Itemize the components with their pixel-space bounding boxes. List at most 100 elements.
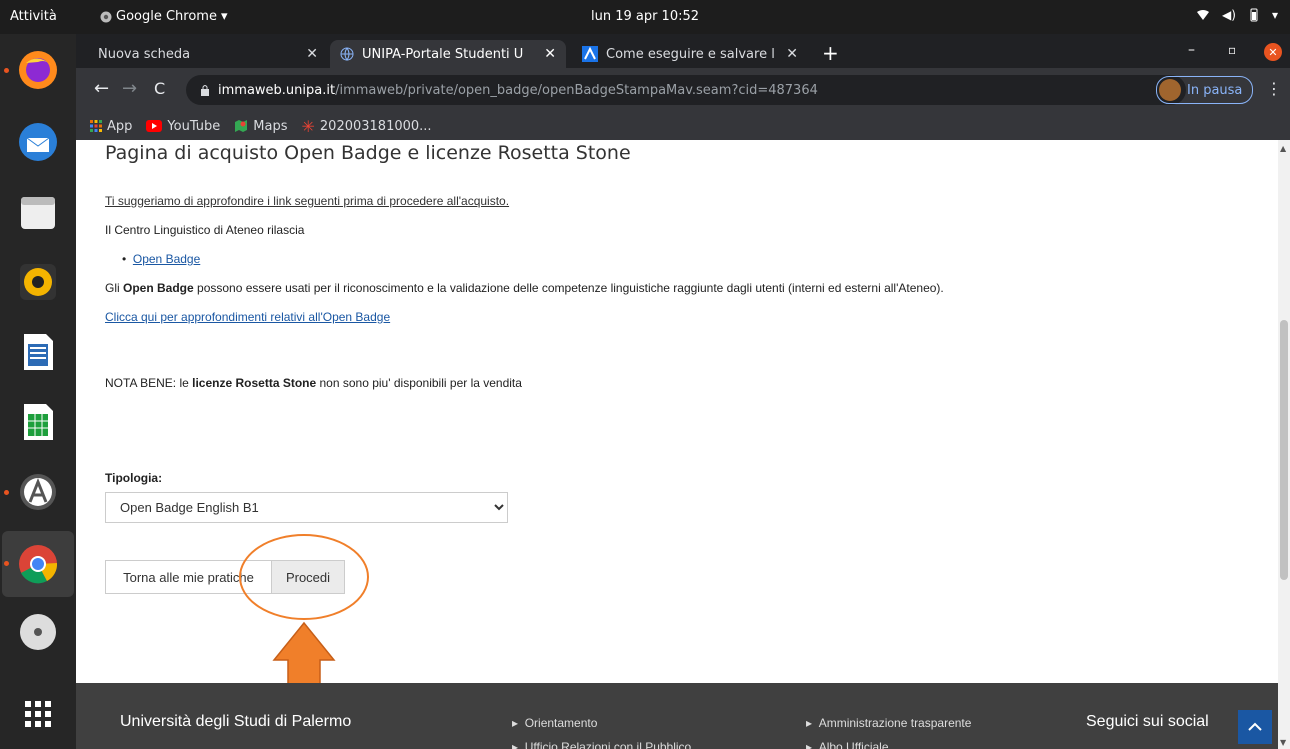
scroll-up-icon[interactable]: ▲ bbox=[1280, 144, 1286, 153]
tab-title: Come eseguire e salvare l bbox=[606, 46, 775, 62]
centro-text: Il Centro Linguistico di Ateneo rilascia bbox=[105, 223, 305, 237]
bookmark-youtube[interactable]: YouTube bbox=[146, 119, 220, 134]
bookmark-label: 202003181000... bbox=[319, 118, 432, 134]
maps-icon bbox=[235, 120, 248, 132]
ubuntu-dock bbox=[0, 34, 76, 749]
show-applications-icon[interactable] bbox=[14, 690, 62, 738]
nota-bold: licenze Rosetta Stone bbox=[192, 376, 317, 390]
tab-come-eseguire[interactable]: Come eseguire e salvare l ✕ bbox=[572, 40, 808, 68]
lock-icon bbox=[201, 85, 209, 96]
chrome-menu-icon[interactable]: ⋮ bbox=[1266, 79, 1282, 98]
running-indicator bbox=[4, 490, 9, 495]
bookmarks-bar: App YouTube Maps ✳ 202003181000... bbox=[76, 112, 1290, 140]
app-menu[interactable]: Google Chrome ▾ bbox=[100, 9, 228, 24]
footer-link-label: Orientamento bbox=[524, 716, 598, 730]
chrome-tab-strip: Nuova scheda ✕ UNIPA-Portale Studenti U … bbox=[76, 34, 1290, 68]
thunderbird-icon[interactable] bbox=[14, 118, 62, 166]
footer-university: Università degli Studi di Palermo bbox=[120, 713, 352, 730]
tipologia-select[interactable]: Open Badge English B1 bbox=[105, 492, 508, 523]
new-tab-button[interactable]: + bbox=[822, 41, 839, 65]
web-page: Pagina di acquisto Open Badge e licenze … bbox=[76, 140, 1278, 749]
bookmark-label: YouTube bbox=[167, 118, 221, 134]
desc-rest: possono essere usati per il riconoscimen… bbox=[193, 281, 944, 295]
window-close-button[interactable]: ✕ bbox=[1264, 43, 1282, 61]
nota-bene-text: NOTA BENE: le licenze Rosetta Stone non … bbox=[105, 376, 522, 390]
tab-new-tab[interactable]: Nuova scheda ✕ bbox=[88, 40, 328, 68]
tipologia-label: Tipologia: bbox=[105, 471, 163, 485]
running-indicator bbox=[4, 561, 9, 566]
bullet: • bbox=[122, 252, 127, 266]
minimize-button[interactable]: – bbox=[1188, 42, 1195, 58]
description-text: Gli Open Badge possono essere usati per … bbox=[105, 281, 944, 295]
running-indicator bbox=[4, 68, 9, 73]
activities-button[interactable]: Attività bbox=[10, 9, 57, 24]
scroll-down-icon[interactable]: ▼ bbox=[1280, 738, 1286, 747]
avatar bbox=[1159, 79, 1181, 101]
dvd-drive-icon[interactable] bbox=[14, 608, 62, 656]
close-icon[interactable]: ✕ bbox=[544, 46, 556, 62]
url-path: /immaweb/private/open_badge/openBadgeSta… bbox=[335, 82, 818, 98]
system-menu[interactable]: ◀) ▾ bbox=[1196, 8, 1278, 22]
profile-label: In pausa bbox=[1187, 82, 1243, 98]
desc-bold: Open Badge bbox=[123, 281, 194, 295]
bookmark-maps[interactable]: Maps bbox=[234, 119, 288, 134]
globe-icon bbox=[340, 47, 354, 61]
open-badge-link[interactable]: Open Badge bbox=[133, 252, 200, 266]
proceed-button[interactable]: Procedi bbox=[271, 560, 345, 594]
nota-rest: non sono piu' disponibili per la vendita bbox=[316, 376, 522, 390]
app-menu-label: Google Chrome bbox=[116, 9, 217, 24]
scrollbar-thumb[interactable] bbox=[1280, 320, 1288, 580]
bookmark-label: App bbox=[107, 118, 133, 134]
tab-title: Nuova scheda bbox=[98, 46, 191, 62]
close-icon[interactable]: ✕ bbox=[306, 46, 318, 62]
system-top-bar: Attività Google Chrome ▾ lun 19 apr 10:5… bbox=[0, 0, 1290, 34]
tab-unipa-portale[interactable]: UNIPA-Portale Studenti U ✕ bbox=[330, 40, 566, 68]
suggest-link[interactable]: Ti suggeriamo di approfondire i link seg… bbox=[105, 194, 509, 208]
wifi-icon bbox=[1197, 10, 1210, 20]
footer-col-2: ▸ Amministrazione trasparente ▸ Albo Uff… bbox=[806, 711, 971, 749]
footer-link[interactable]: ▸ Ufficio Relazioni con il Pubblico bbox=[512, 735, 691, 749]
desc-prefix: Gli bbox=[105, 281, 123, 295]
forward-button[interactable]: → bbox=[122, 78, 137, 99]
bookmark-202003181000[interactable]: ✳ 202003181000... bbox=[302, 117, 432, 136]
libreoffice-calc-icon[interactable] bbox=[14, 398, 62, 446]
footer-link[interactable]: ▸ Orientamento bbox=[512, 711, 691, 735]
apps-grid-icon bbox=[90, 120, 102, 132]
files-icon[interactable] bbox=[14, 188, 62, 236]
back-button[interactable]: ← bbox=[94, 78, 109, 99]
chevron-up-icon bbox=[1248, 722, 1262, 731]
rhythmbox-icon[interactable] bbox=[14, 258, 62, 306]
reload-button[interactable]: C bbox=[154, 79, 165, 98]
back-to-practices-button[interactable]: Torna alle mie pratiche bbox=[105, 560, 272, 594]
firefox-icon[interactable] bbox=[14, 46, 62, 94]
footer-link[interactable]: ▸ Albo Ufficiale bbox=[806, 735, 971, 749]
tab-title: UNIPA-Portale Studenti U bbox=[362, 46, 524, 62]
page-title: Pagina di acquisto Open Badge e licenze … bbox=[105, 142, 631, 164]
bookmark-apps[interactable]: App bbox=[90, 119, 132, 134]
clock[interactable]: lun 19 apr 10:52 bbox=[591, 9, 699, 24]
url-host: immaweb.unipa.it bbox=[218, 82, 336, 98]
maximize-button[interactable]: ▫ bbox=[1228, 43, 1236, 57]
chevron-down-icon: ▾ bbox=[1271, 8, 1278, 22]
page-scrollbar[interactable]: ▲ ▼ bbox=[1278, 140, 1290, 749]
footer-link-label: Ufficio Relazioni con il Pubblico bbox=[524, 740, 692, 749]
back-to-top-button[interactable] bbox=[1238, 710, 1272, 744]
profile-button[interactable]: In pausa bbox=[1156, 76, 1254, 104]
annotation-arrow bbox=[272, 621, 336, 693]
site-footer: Università degli Studi di Palermo ▸ Orie… bbox=[76, 683, 1278, 749]
footer-link[interactable]: ▸ Amministrazione trasparente bbox=[806, 711, 971, 735]
close-icon[interactable]: ✕ bbox=[786, 46, 798, 62]
chrome-icon[interactable] bbox=[14, 540, 62, 588]
nota-prefix: NOTA BENE: le bbox=[105, 376, 193, 390]
asterisk-icon: ✳ bbox=[301, 116, 315, 136]
address-bar[interactable]: immaweb.unipa.it/immaweb/private/open_ba… bbox=[186, 75, 1186, 105]
footer-social: Seguici sui social bbox=[1086, 713, 1209, 730]
info-link[interactable]: Clicca qui per approfondimenti relativi … bbox=[105, 310, 390, 324]
libreoffice-writer-icon[interactable] bbox=[14, 328, 62, 376]
software-center-icon[interactable] bbox=[14, 468, 62, 516]
chevron-down-icon: ▾ bbox=[220, 9, 228, 24]
chrome-small-icon bbox=[100, 11, 112, 22]
volume-icon: ◀) bbox=[1222, 8, 1236, 22]
chrome-toolbar: ← → C immaweb.unipa.it/immaweb/private/o… bbox=[76, 68, 1290, 112]
footer-col-1: ▸ Orientamento ▸ Ufficio Relazioni con i… bbox=[512, 711, 691, 749]
